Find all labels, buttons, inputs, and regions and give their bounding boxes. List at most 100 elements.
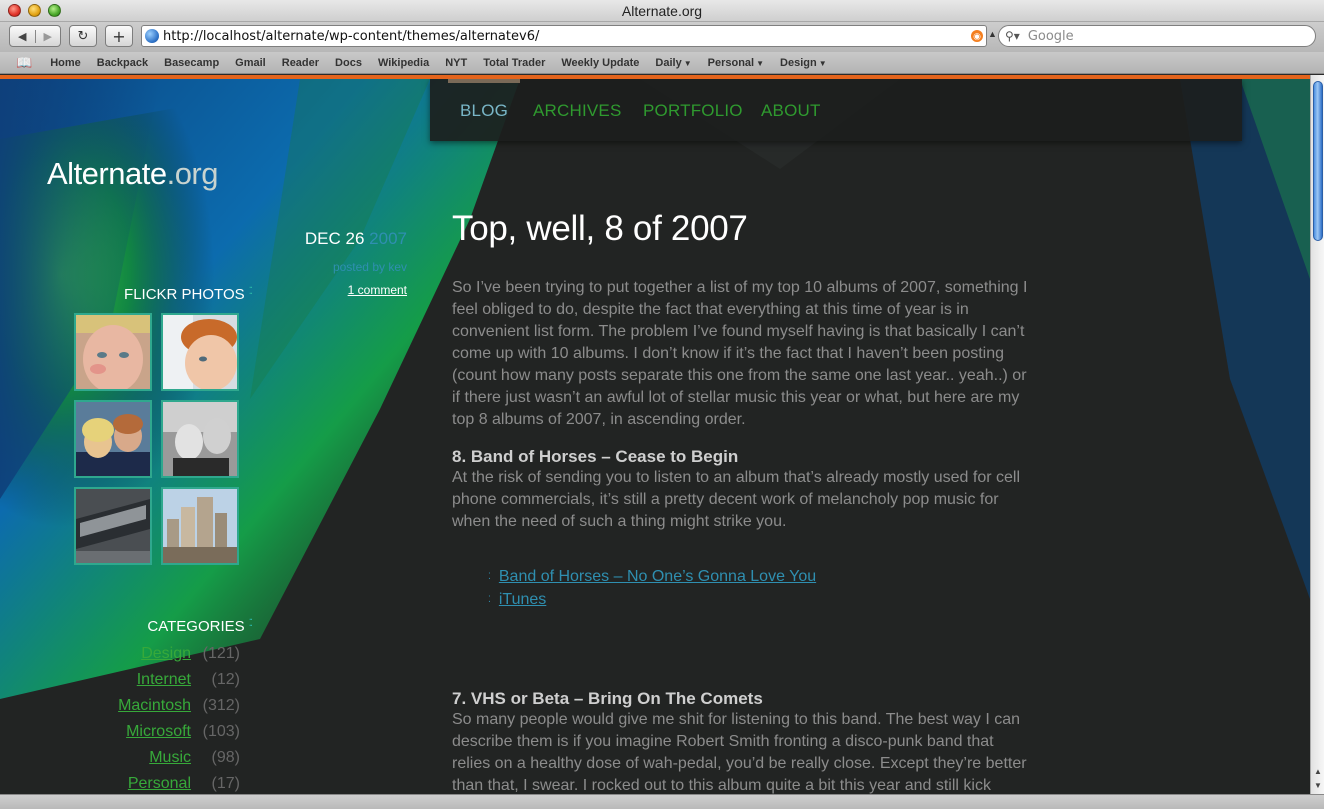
search-box[interactable]: ⚲▾ Google <box>998 25 1316 47</box>
bookmark-basecamp[interactable]: Basecamp <box>164 57 219 69</box>
window-titlebar: Alternate.org <box>0 0 1324 22</box>
flickr-photos-heading: FLICKR PHOTOS ⁚⁚ <box>124 286 254 303</box>
flickr-photo-3[interactable] <box>74 400 152 478</box>
category-count: (103) <box>202 723 240 740</box>
two-children-photo <box>76 402 150 476</box>
site-navigation: BLOG ARCHIVES PORTFOLIO ABOUT <box>430 79 1242 141</box>
street-sign-photo <box>76 489 150 563</box>
bullet-icon: ⁚ <box>488 571 491 581</box>
search-icon: ⚲▾ <box>1005 29 1020 43</box>
bookmark-nyt[interactable]: NYT <box>445 57 467 69</box>
flickr-photo-4[interactable] <box>161 400 239 478</box>
category-count: (98) <box>211 749 240 766</box>
post-author[interactable]: posted by kev <box>333 260 407 274</box>
category-count: (17) <box>211 775 240 792</box>
reload-icon: ↻ <box>77 28 89 44</box>
bookmark-docs[interactable]: Docs <box>335 57 362 69</box>
bookmark-reader[interactable]: Reader <box>282 57 319 69</box>
bookmarks-book-icon[interactable]: 📖 <box>16 55 32 71</box>
address-bar[interactable]: http://localhost/alternate/wp-content/th… <box>141 25 987 47</box>
category-item: Macintosh (312) <box>60 697 240 721</box>
category-item: Music (98) <box>60 749 240 773</box>
globe-icon <box>145 29 159 43</box>
category-link[interactable]: Internet <box>137 671 191 689</box>
bookmark-total-trader[interactable]: Total Trader <box>483 57 545 69</box>
blog-post: Top, well, 8 of 2007 So I’ve been trying… <box>452 209 1032 794</box>
category-count: (12) <box>211 671 240 688</box>
nav-archives[interactable]: ARCHIVES <box>533 101 622 121</box>
bookmark-weekly-update[interactable]: Weekly Update <box>561 57 639 69</box>
bookmark-folder-design[interactable]: Design ▼ <box>780 57 827 69</box>
address-field[interactable]: http://localhost/alternate/wp-content/th… <box>163 29 971 44</box>
bookmark-folder-personal[interactable]: Personal ▼ <box>708 57 764 69</box>
category-link[interactable]: Personal <box>128 775 191 793</box>
category-count: (312) <box>202 697 240 714</box>
album-8-heading: 8. Band of Horses – Cease to Begin <box>452 447 739 466</box>
itunes-link[interactable]: iTunes <box>499 591 546 608</box>
nav-blog[interactable]: BLOG <box>447 79 521 121</box>
category-item: Design (121) <box>60 645 240 669</box>
flickr-photo-6[interactable] <box>161 487 239 565</box>
post-intro: So I’ve been trying to put together a li… <box>452 279 1028 428</box>
flickr-photo-5[interactable] <box>74 487 152 565</box>
bookmark-folder-label: Daily <box>655 56 682 69</box>
song-link[interactable]: Band of Horses – No One’s Gonna Love You <box>499 568 816 585</box>
bookmark-folder-label: Personal <box>707 56 755 69</box>
flickr-photo-2[interactable] <box>161 313 239 391</box>
add-bookmark-button[interactable]: + <box>105 25 133 47</box>
bookmark-folder-daily[interactable]: Daily ▼ <box>655 57 691 69</box>
logo-name: Alternate <box>47 156 167 191</box>
category-link[interactable]: Music <box>149 749 191 767</box>
post-date-year: 2007 <box>369 229 407 248</box>
forward-arrow-icon[interactable]: ▶ <box>34 29 61 43</box>
page-viewport: BLOG ARCHIVES PORTFOLIO ABOUT Alternate.… <box>0 79 1310 794</box>
bookmark-home[interactable]: Home <box>50 57 81 69</box>
album-8-text: At the risk of sending you to listen to … <box>452 469 1020 530</box>
category-item: Microsoft (103) <box>60 723 240 747</box>
album-7-text: So many people would give me shit for li… <box>452 711 1027 794</box>
comments-link[interactable]: 1 comment <box>348 283 407 297</box>
reload-button[interactable]: ↻ <box>69 25 97 47</box>
flickr-heading-label: FLICKR PHOTOS <box>124 286 245 303</box>
black-and-white-photo <box>163 402 237 476</box>
nav-portfolio[interactable]: PORTFOLIO <box>643 101 743 121</box>
category-link[interactable]: Microsoft <box>126 723 191 741</box>
status-bar <box>0 794 1324 809</box>
category-count: (121) <box>202 645 240 662</box>
bullet-icon: ⁚ <box>488 594 491 604</box>
bookmark-wikipedia[interactable]: Wikipedia <box>378 57 429 69</box>
site-logo[interactable]: Alternate.org <box>47 156 219 192</box>
post-date-day: DEC 26 <box>304 229 365 248</box>
categories-heading-label: CATEGORIES <box>147 618 245 635</box>
vertical-scrollbar[interactable]: ▲ ▼ <box>1310 75 1324 794</box>
post-date: DEC 26 2007 <box>305 229 407 249</box>
nav-about[interactable]: ABOUT <box>761 101 821 121</box>
scroll-down-icon[interactable]: ▼ <box>1311 779 1324 793</box>
browser-toolbar: ◀ ▶ ↻ + http://localhost/alternate/wp-co… <box>0 22 1324 52</box>
categories-heading: CATEGORIES ⁚⁚ <box>147 618 254 635</box>
scroll-up-icon[interactable]: ▲ <box>1311 765 1324 779</box>
album-8-links: ⁚ Band of Horses – No One’s Gonna Love Yo… <box>488 565 1032 611</box>
list-item: ⁚ iTunes <box>488 588 1032 611</box>
rss-icon[interactable]: ◉ <box>971 30 983 42</box>
category-link[interactable]: Macintosh <box>118 697 191 715</box>
search-input[interactable]: Google <box>1028 29 1074 44</box>
bookmark-backpack[interactable]: Backpack <box>97 57 148 69</box>
album-7-heading: 7. VHS or Beta – Bring On The Comets <box>452 689 763 708</box>
chevron-down-icon: ▼ <box>683 58 692 68</box>
scrollbar-thumb[interactable] <box>1313 81 1323 241</box>
address-dropdown-icon[interactable]: ▲ <box>988 29 997 39</box>
category-link[interactable]: Design <box>141 645 191 663</box>
back-forward-control: ◀ ▶ <box>9 25 61 47</box>
list-item: ⁚ Band of Horses – No One’s Gonna Love Yo… <box>488 565 1032 588</box>
bookmark-gmail[interactable]: Gmail <box>235 57 266 69</box>
logo-tld: .org <box>166 156 219 191</box>
dots-icon: ⁚⁚ <box>248 286 254 297</box>
post-title[interactable]: Top, well, 8 of 2007 <box>452 209 1032 249</box>
plus-icon: + <box>112 26 126 46</box>
back-arrow-icon[interactable]: ◀ <box>10 30 35 43</box>
bookmarks-bar: 📖 Home Backpack Basecamp Gmail Reader Do… <box>0 52 1324 74</box>
flickr-photo-1[interactable] <box>74 313 152 391</box>
dots-icon: ⁚⁚ <box>248 618 254 629</box>
